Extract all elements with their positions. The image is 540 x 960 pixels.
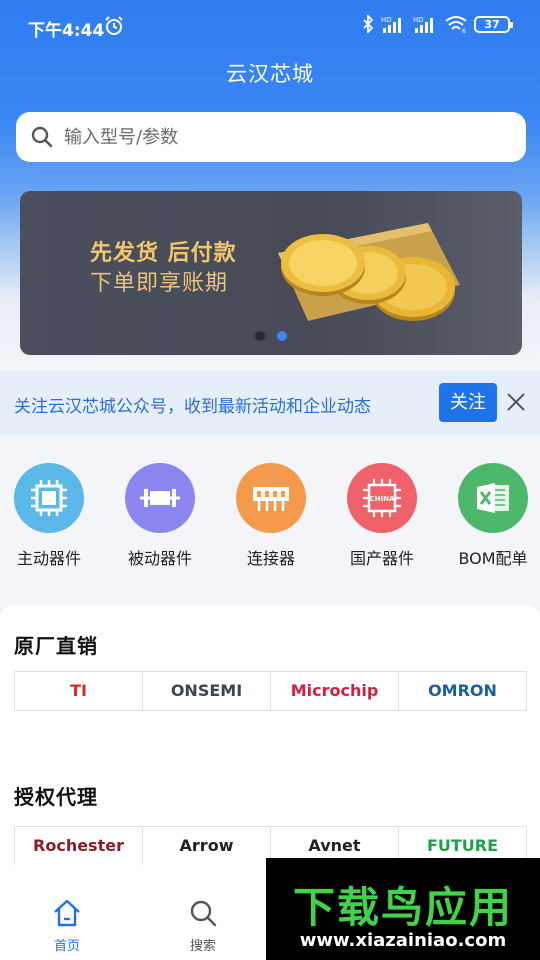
category-label: 国产器件 [349,549,414,568]
brand-panel: 原厂直销 TI ONSEMI Microchip OMRON 授权代理 Roch… [0,605,540,866]
china-chip-icon: CHINA [347,463,417,533]
wifi-sub: 6 [462,28,466,34]
category-grid: 主动器件 被动器件 连接器 CHINA 国产器件 BOM配单 [0,435,540,605]
promo-banner[interactable]: 先发货 后付款 下单即享账期 [20,191,522,355]
category-active-components[interactable]: 主动器件 [0,463,99,569]
tab-home[interactable]: 首页 [37,897,97,954]
banner-dot[interactable] [255,331,265,341]
banner-dot-active[interactable] [277,331,287,341]
status-bar: 下午4:44 HD HD 6 37 [0,0,540,52]
status-time: 下午4:44 [28,21,105,41]
section-title-direct: 原厂直销 [14,634,98,658]
search-icon [190,900,217,927]
gold-coins-card-image [278,223,460,321]
signal-icon: HD [413,16,433,33]
resistor-icon [125,463,195,533]
wifi-icon: 6 [445,16,467,34]
close-icon[interactable] [505,391,527,413]
bluetooth-icon [363,15,374,33]
category-domestic-components[interactable]: CHINA 国产器件 [332,463,432,569]
brand-ti[interactable]: TI [15,672,143,710]
svg-text:CHINA: CHINA [370,495,395,503]
search-bar[interactable] [16,112,526,162]
search-icon [31,126,53,148]
section-title-authorized: 授权代理 [14,785,98,809]
brand-microchip[interactable]: Microchip [271,672,399,710]
brand-omron[interactable]: OMRON [399,672,526,710]
tab-search[interactable]: 搜索 [173,897,233,954]
tab-label: 搜索 [189,939,216,954]
category-bom[interactable]: BOM配单 [443,463,540,569]
brand-onsemi[interactable]: ONSEMI [143,672,271,710]
notice-text: 关注云汉芯城公众号，收到最新活动和企业动态 [14,397,371,417]
direct-brand-row: TI ONSEMI Microchip OMRON [14,671,527,711]
category-label: 主动器件 [16,549,81,568]
banner-subline: 下单即享账期 [90,271,229,296]
category-passive-components[interactable]: 被动器件 [110,463,210,569]
battery-indicator: 37 [474,15,513,33]
watermark-url: www.xiazainiao.com [299,930,507,951]
category-label: BOM配单 [458,549,528,568]
search-input[interactable] [64,126,484,148]
brand-rochester[interactable]: Rochester [15,827,143,865]
connector-icon [236,463,306,533]
signal-tag: HD [413,16,424,24]
category-connectors[interactable]: 连接器 [221,463,321,569]
home-icon [54,899,80,927]
category-label: 连接器 [246,549,295,568]
watermark-logo: 下载鸟应用 www.xiazainiao.com [266,858,540,960]
banner-pagination [255,331,287,341]
tab-label: 首页 [53,939,80,954]
watermark-title: 下载鸟应用 [292,883,513,932]
page-title: 云汉芯城 [226,62,314,86]
signal-icon: HD [381,16,401,33]
brand-arrow[interactable]: Arrow [143,827,271,865]
signal-tag: HD [381,16,392,24]
excel-icon [458,463,528,533]
category-label: 被动器件 [127,549,192,568]
follow-button[interactable]: 关注 [439,383,497,422]
alarm-icon [105,16,123,35]
banner-headline: 先发货 后付款 [90,241,237,266]
chip-icon [14,463,84,533]
